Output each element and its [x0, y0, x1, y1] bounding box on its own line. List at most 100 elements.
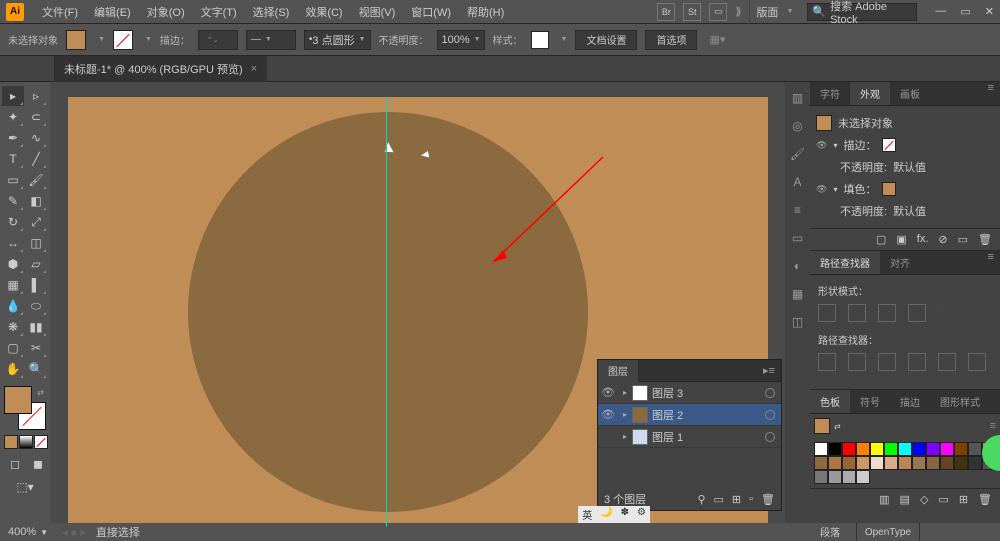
- appear-dup[interactable]: ▭: [958, 233, 968, 246]
- swatch-new-icon[interactable]: ⊞: [959, 493, 968, 506]
- draw-behind[interactable]: ◼: [27, 454, 49, 474]
- tab-align[interactable]: 对齐: [880, 251, 920, 274]
- hand-tool[interactable]: ✋: [2, 359, 24, 379]
- mesh-tool[interactable]: ▦: [2, 275, 24, 295]
- type-tool[interactable]: T: [2, 149, 24, 169]
- layers-tab[interactable]: 图层: [598, 360, 638, 382]
- rect-tool[interactable]: ▭: [2, 170, 24, 190]
- layer-row-2[interactable]: 👁▸ 图层 2: [598, 404, 781, 426]
- fill-dd[interactable]: ▼: [98, 36, 105, 43]
- swatch-cell[interactable]: [828, 442, 842, 456]
- css-icon[interactable]: ◎: [790, 118, 806, 134]
- opentype-tab[interactable]: OpenType: [856, 523, 920, 541]
- menu-help[interactable]: 帮助(H): [459, 4, 512, 20]
- eye-icon[interactable]: 👁: [816, 140, 827, 151]
- tab-appearance[interactable]: 外观: [850, 82, 890, 105]
- stroke-dd[interactable]: ▼: [145, 36, 152, 43]
- menu-view[interactable]: 视图(V): [351, 4, 404, 20]
- perspective-tool[interactable]: ▱: [25, 254, 47, 274]
- brush-def[interactable]: • 3 点圆形▼: [304, 30, 371, 50]
- appear-trash[interactable]: 🗑: [978, 233, 992, 246]
- scale-tool[interactable]: ⤢: [25, 212, 47, 232]
- make-clip-icon[interactable]: ▭: [714, 493, 724, 506]
- swatch-cell[interactable]: [842, 442, 856, 456]
- tab-artboards[interactable]: 画板: [890, 82, 930, 105]
- swatch-cell[interactable]: [912, 456, 926, 470]
- menu-effect[interactable]: 效果(C): [297, 4, 350, 20]
- transform-panel-icon[interactable]: ▭: [790, 230, 806, 246]
- unite-icon[interactable]: [818, 304, 836, 322]
- color-mode[interactable]: [4, 435, 18, 449]
- opacity-value[interactable]: 100%▼: [437, 30, 485, 50]
- eye-icon-2[interactable]: 👁: [816, 184, 827, 195]
- appear-stroke-swatch[interactable]: [882, 138, 896, 152]
- trim-icon[interactable]: [848, 353, 866, 371]
- stroke-swatch[interactable]: [113, 30, 133, 50]
- new-layer-icon[interactable]: ▫: [749, 493, 753, 506]
- swatch-cell[interactable]: [828, 456, 842, 470]
- swatch-cell[interactable]: [898, 456, 912, 470]
- swatch-cell[interactable]: [814, 470, 828, 484]
- swatch-cell[interactable]: [870, 442, 884, 456]
- shaper-tool[interactable]: ✎: [2, 191, 24, 211]
- outline-icon[interactable]: [938, 353, 956, 371]
- curvature-tool[interactable]: ∿: [25, 128, 47, 148]
- swatch-kind-icon[interactable]: ▤: [900, 493, 910, 506]
- expand-icon[interactable]: [938, 304, 956, 322]
- gpu-icon[interactable]: ⟫: [735, 5, 741, 18]
- eye-icon[interactable]: 👁: [598, 408, 618, 421]
- style-dd[interactable]: ▼: [561, 36, 568, 43]
- swatch-cell[interactable]: [898, 442, 912, 456]
- stock-search[interactable]: 🔍搜索 Adobe Stock: [807, 3, 917, 21]
- zoom-tool[interactable]: 🔍: [25, 359, 47, 379]
- bridge-icon[interactable]: Br: [657, 3, 675, 21]
- swatch-cell[interactable]: [814, 442, 828, 456]
- swatch-cell[interactable]: [842, 470, 856, 484]
- swatch-cell[interactable]: [954, 442, 968, 456]
- tab-swatches[interactable]: 色板: [810, 390, 850, 413]
- stock-icon[interactable]: St: [683, 3, 701, 21]
- intersect-icon[interactable]: [878, 304, 896, 322]
- slice-tool[interactable]: ✂: [25, 338, 47, 358]
- new-sublayer-icon[interactable]: ⊞: [732, 493, 741, 506]
- swatch-cell[interactable]: [856, 456, 870, 470]
- layers-menu-icon[interactable]: ▸≡: [757, 364, 781, 377]
- width-tool[interactable]: ↔: [2, 233, 24, 253]
- minus-front-icon[interactable]: [848, 304, 866, 322]
- delete-layer-icon[interactable]: 🗑: [761, 493, 775, 506]
- draw-normal[interactable]: ◻: [4, 454, 26, 474]
- eye-icon[interactable]: 👁: [598, 386, 618, 399]
- tab-character[interactable]: 字符: [810, 82, 850, 105]
- workspace-preset[interactable]: 版面▼: [749, 0, 799, 24]
- graph-tool[interactable]: ▮▮: [25, 317, 47, 337]
- free-transform-tool[interactable]: ◫: [25, 233, 47, 253]
- artboard-tool[interactable]: ▢: [2, 338, 24, 358]
- gradient-mode[interactable]: [19, 435, 33, 449]
- fill-stroke-control[interactable]: ⇄: [4, 386, 46, 430]
- brush-panel-icon[interactable]: 🖌: [790, 146, 806, 162]
- locate-layer-icon[interactable]: ⚲: [697, 493, 705, 506]
- doc-setup-button[interactable]: 文档设置: [575, 30, 637, 50]
- menu-type[interactable]: 文字(T): [193, 4, 245, 20]
- swatch-cell[interactable]: [940, 442, 954, 456]
- swatch-cell[interactable]: [912, 442, 926, 456]
- active-fill-swatch[interactable]: [814, 418, 830, 434]
- appear-fill-swatch[interactable]: [882, 182, 896, 196]
- swatch-lib-icon[interactable]: ▥: [879, 493, 889, 506]
- zoom-level[interactable]: 400%: [8, 526, 36, 538]
- tab-brushes[interactable]: 描边: [890, 390, 930, 413]
- swatch-cell[interactable]: [884, 442, 898, 456]
- fill-swatch[interactable]: [66, 30, 86, 50]
- layer-row-1[interactable]: ▸ 图层 1: [598, 426, 781, 448]
- appear-fx[interactable]: fx.: [917, 233, 929, 246]
- swatch-cell[interactable]: [884, 456, 898, 470]
- panel-menu-icon[interactable]: ≡: [982, 82, 1000, 105]
- appear-add-stroke[interactable]: ▢: [876, 233, 886, 246]
- direct-selection-tool[interactable]: ▹: [25, 86, 47, 106]
- type-panel-icon[interactable]: A: [790, 174, 806, 190]
- swatch-cell[interactable]: [954, 456, 968, 470]
- none-mode[interactable]: [34, 435, 48, 449]
- close-icon[interactable]: ✕: [985, 5, 994, 18]
- eyedropper-tool[interactable]: 💧: [2, 296, 24, 316]
- swatch-cell[interactable]: [940, 456, 954, 470]
